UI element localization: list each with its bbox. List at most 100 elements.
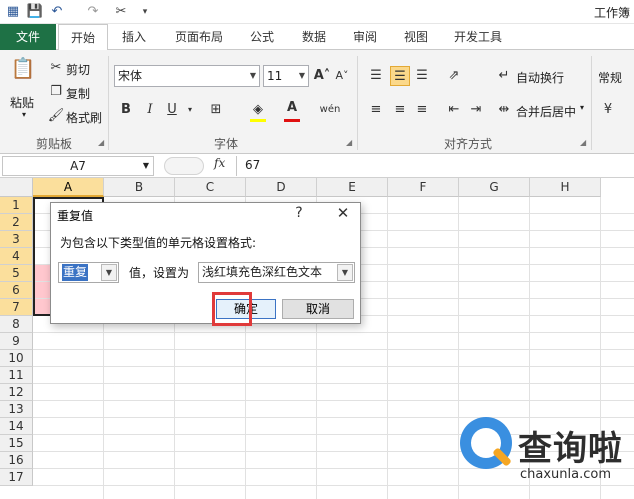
copy-icon[interactable]: ❐ [46,82,66,102]
close-icon[interactable]: ✕ [331,204,355,222]
gridline [387,197,388,499]
align-middle-icon[interactable]: ☰ [390,66,410,86]
format-style-select[interactable]: 浅红填充色深红色文本 ▼ [198,262,355,283]
row-header-5[interactable]: 5 [0,265,33,282]
phonetic-button[interactable]: wén [318,100,342,120]
wrap-text-icon[interactable]: ↵ [494,66,514,86]
column-header-c[interactable]: C [175,178,246,197]
column-header-e[interactable]: E [317,178,388,197]
alignment-launcher-icon[interactable]: ◢ [580,138,586,147]
tab-developer[interactable]: 开发工具 [446,24,510,50]
underline-button[interactable]: U [162,100,182,120]
align-center-icon[interactable]: ≡ [390,100,410,120]
help-button[interactable]: ? [289,205,309,221]
formula-input[interactable]: 67 [236,156,634,176]
select-all-corner[interactable] [0,178,33,197]
row-header-16[interactable]: 16 [0,452,33,469]
row-header-1[interactable]: 1 [0,197,33,214]
align-right-icon[interactable]: ≡ [412,100,432,120]
tab-review[interactable]: 审阅 [343,24,387,50]
ok-button[interactable]: 确定 [216,299,276,319]
align-top-icon[interactable]: ☰ [366,66,386,86]
fill-color-icon[interactable]: ◈ [248,100,268,120]
tab-data[interactable]: 数据 [292,24,336,50]
bold-button[interactable]: B [116,100,136,120]
orientation-icon[interactable]: ⇗ [444,66,464,86]
row-header-2[interactable]: 2 [0,214,33,231]
redo-icon[interactable]: ↷ [84,3,102,21]
shrink-font-icon[interactable]: A˅ [332,66,352,86]
formula-bar-resize-handle[interactable] [164,157,204,175]
accounting-format-icon[interactable]: ¥ [598,100,618,120]
duplicate-values-dialog: 重复值 ? ✕ 为包含以下类型值的单元格设置格式: 重复 ▼ 值，设置为 浅红填… [50,202,361,324]
column-header-f[interactable]: F [388,178,459,197]
chevron-down-icon[interactable]: ▼ [337,264,353,281]
column-header-g[interactable]: G [459,178,530,197]
row-header-13[interactable]: 13 [0,401,33,418]
format-painter-button[interactable]: 格式刷 [66,109,102,126]
row-header-6[interactable]: 6 [0,282,33,299]
column-header-b[interactable]: B [104,178,175,197]
row-header-8[interactable]: 8 [0,316,33,333]
paste-button[interactable]: 粘贴 [10,94,34,111]
name-box[interactable]: A7 ▼ [2,156,154,176]
insert-function-button[interactable]: fx [214,156,225,170]
number-format-select[interactable]: 常规 [598,69,622,86]
cancel-button[interactable]: 取消 [282,299,354,319]
format-painter-icon[interactable]: 🖌 [46,106,66,126]
cut-button[interactable]: 剪切 [66,61,90,78]
copy-button[interactable]: 复制 [66,85,90,102]
font-size-select[interactable]: 11 ▼ [263,65,309,87]
row-header-12[interactable]: 12 [0,384,33,401]
cut-icon[interactable]: ✂ [46,58,66,78]
font-color-button[interactable]: A [282,98,302,118]
increase-indent-icon[interactable]: ⇥ [466,100,486,120]
row-header-4[interactable]: 4 [0,248,33,265]
font-name-select[interactable]: 宋体 ▼ [114,65,260,87]
merge-dropdown-icon[interactable]: ▾ [580,103,584,112]
row-header-7[interactable]: 7 [0,299,33,316]
merge-center-icon[interactable]: ⇹ [494,100,514,120]
row-header-9[interactable]: 9 [0,333,33,350]
column-header-d[interactable]: D [246,178,317,197]
font-launcher-icon[interactable]: ◢ [346,138,352,147]
qat-dropdown-icon[interactable]: ▾ [136,3,154,21]
paste-icon[interactable]: 📋 [10,58,36,86]
tab-insert[interactable]: 插入 [110,24,158,50]
column-header-a[interactable]: A [33,178,104,197]
decrease-indent-icon[interactable]: ⇤ [444,100,464,120]
clipboard-launcher-icon[interactable]: ◢ [98,138,104,147]
formula-bar: A7 ▼ fx 67 [0,154,634,178]
save-icon[interactable]: 💾 [26,3,44,21]
borders-icon[interactable]: ⊞ [206,100,226,120]
row-header-10[interactable]: 10 [0,350,33,367]
separator [357,56,358,150]
align-left-icon[interactable]: ≡ [366,100,386,120]
row-header-17[interactable]: 17 [0,469,33,486]
gridline [33,349,634,350]
tab-view[interactable]: 视图 [394,24,438,50]
merge-center-button[interactable]: 合并后居中 [516,103,576,120]
align-bottom-icon[interactable]: ☰ [412,66,432,86]
chevron-down-icon[interactable]: ▼ [101,264,117,281]
tab-page-layout[interactable]: 页面布局 [164,24,234,50]
paste-dropdown-icon[interactable]: ▾ [22,110,26,119]
tab-formulas[interactable]: 公式 [240,24,284,50]
grow-font-icon[interactable]: A˄ [312,66,332,86]
tab-home[interactable]: 开始 [58,24,108,51]
row-header-15[interactable]: 15 [0,435,33,452]
tab-file[interactable]: 文件 [0,24,56,50]
row-header-3[interactable]: 3 [0,231,33,248]
column-header-h[interactable]: H [530,178,601,197]
italic-button[interactable]: I [140,100,160,120]
font-color-swatch [284,119,300,122]
underline-dropdown-icon[interactable]: ▾ [180,100,200,120]
search-logo-icon [460,417,512,469]
customize-tools-icon[interactable]: ✂ [112,3,130,21]
undo-icon[interactable]: ↶ [48,3,66,21]
wrap-text-button[interactable]: 自动换行 [516,69,564,86]
row-header-11[interactable]: 11 [0,367,33,384]
duplicate-type-select[interactable]: 重复 ▼ [58,262,119,283]
row-header-14[interactable]: 14 [0,418,33,435]
ribbon-tabs: 文件 开始 插入 页面布局 公式 数据 审阅 视图 开发工具 [0,24,634,51]
